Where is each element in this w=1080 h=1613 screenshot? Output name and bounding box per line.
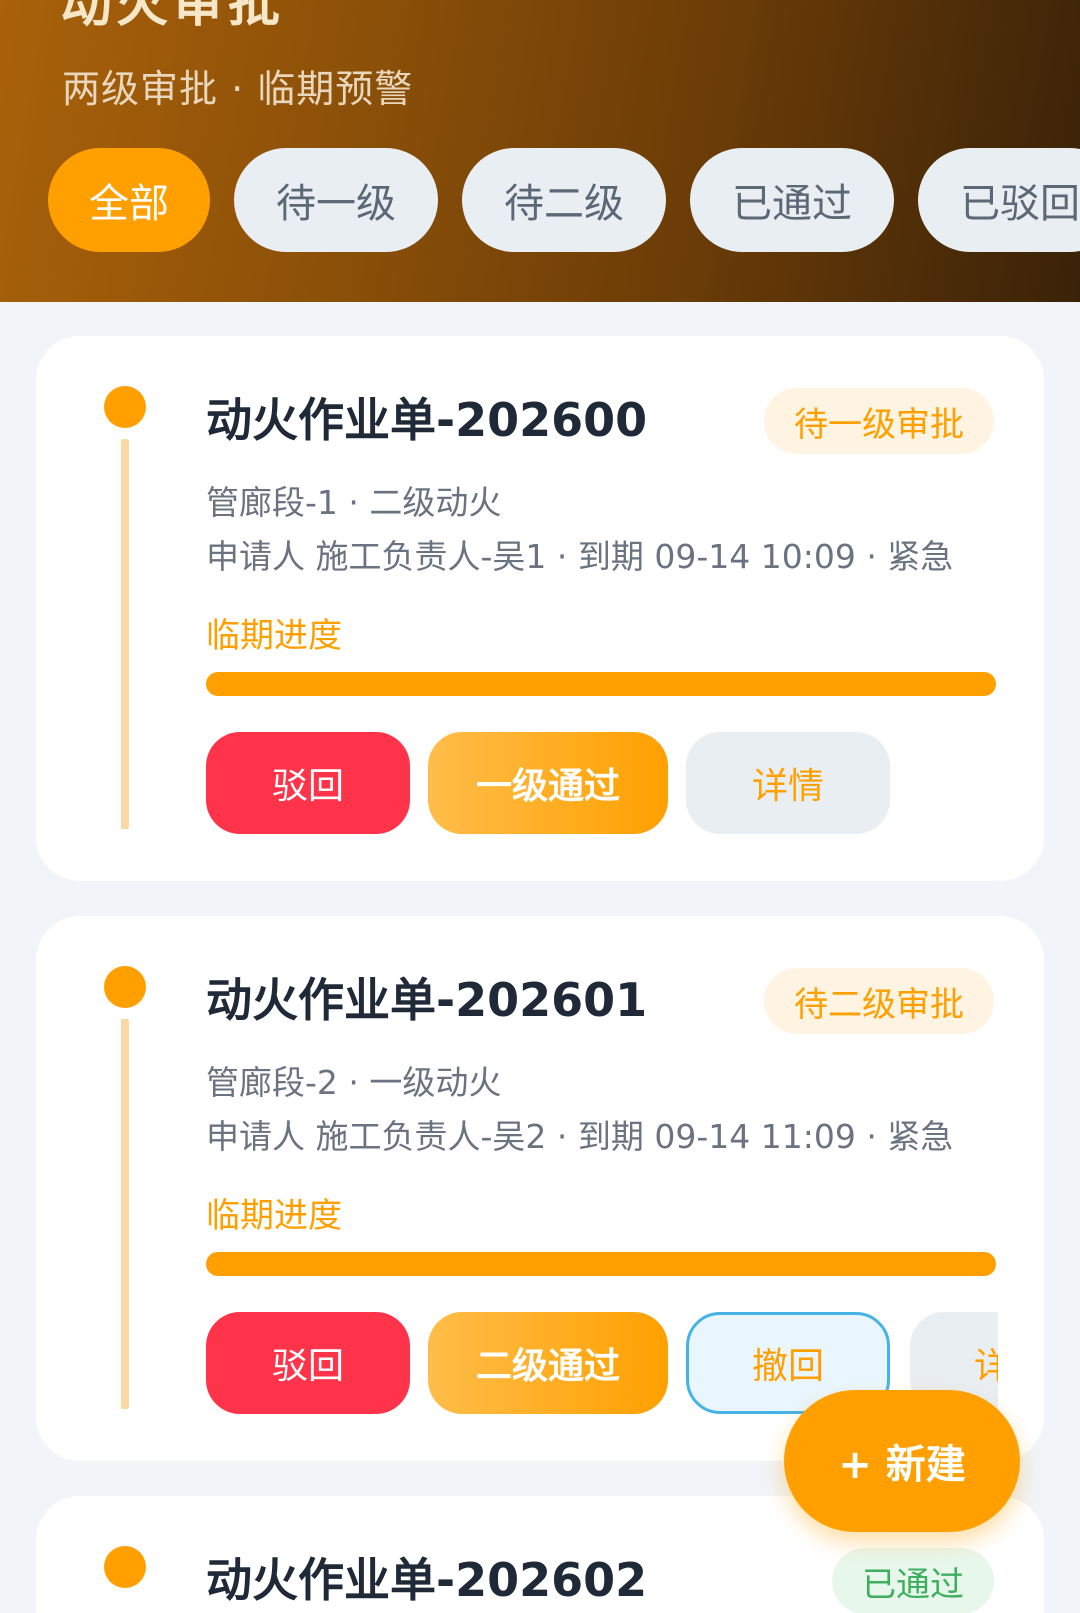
card-title: 动火作业单-202602 bbox=[206, 1553, 648, 1607]
progress-label: 临期进度 bbox=[206, 1196, 342, 1236]
page-subtitle: 两级审批 · 临期预警 bbox=[62, 67, 414, 111]
status-badge: 已通过 bbox=[832, 1548, 994, 1613]
card-actions: 驳回 一级通过 详情 bbox=[206, 732, 998, 834]
reject-button[interactable]: 驳回 bbox=[206, 732, 410, 834]
filter-tabs: 全部 待一级 待二级 已通过 已驳回 bbox=[48, 148, 1080, 252]
approve-level1-button[interactable]: 一级通过 bbox=[428, 732, 668, 834]
filter-tab-rejected[interactable]: 已驳回 bbox=[918, 148, 1080, 252]
status-badge: 待一级审批 bbox=[764, 388, 994, 454]
timeline-rail bbox=[121, 439, 129, 829]
filter-tab-pending-level2[interactable]: 待二级 bbox=[462, 148, 666, 252]
page-title: 动火审批 bbox=[60, 0, 285, 34]
card-details: 申请人 施工负责人-吴2 · 到期 09-14 11:09 · 紧急 bbox=[206, 1117, 954, 1156]
reject-button[interactable]: 驳回 bbox=[206, 1312, 410, 1414]
detail-button[interactable]: 详情 bbox=[686, 732, 890, 834]
progress-bar bbox=[206, 1252, 996, 1276]
card-title: 动火作业单-202600 bbox=[206, 393, 648, 447]
card-title: 动火作业单-202601 bbox=[206, 973, 648, 1027]
filter-tab-pending-level1[interactable]: 待一级 bbox=[234, 148, 438, 252]
header: 动火审批 两级审批 · 临期预警 全部 待一级 待二级 已通过 已驳回 bbox=[0, 0, 1080, 302]
progress-bar bbox=[206, 672, 996, 696]
filter-tab-all[interactable]: 全部 bbox=[48, 148, 210, 252]
progress-label: 临期进度 bbox=[206, 616, 342, 656]
timeline-rail bbox=[121, 1019, 129, 1409]
approve-level2-button[interactable]: 二级通过 bbox=[428, 1312, 668, 1414]
progress-fill bbox=[206, 672, 996, 696]
new-permit-button[interactable]: + 新建 bbox=[784, 1390, 1020, 1532]
timeline-dot bbox=[104, 386, 146, 428]
timeline-dot bbox=[104, 1546, 146, 1588]
permit-card[interactable]: 动火作业单-202601 待二级审批 管廊段-2 · 一级动火 申请人 施工负责… bbox=[36, 916, 1044, 1461]
status-badge: 待二级审批 bbox=[764, 968, 994, 1034]
progress-fill bbox=[206, 1252, 996, 1276]
timeline-dot bbox=[104, 966, 146, 1008]
filter-tab-approved[interactable]: 已通过 bbox=[690, 148, 894, 252]
card-location: 管廊段-1 · 二级动火 bbox=[206, 483, 502, 522]
permit-card[interactable]: 动火作业单-202600 待一级审批 管廊段-1 · 二级动火 申请人 施工负责… bbox=[36, 336, 1044, 881]
card-location: 管廊段-2 · 一级动火 bbox=[206, 1063, 502, 1102]
card-details: 申请人 施工负责人-吴1 · 到期 09-14 10:09 · 紧急 bbox=[206, 537, 954, 576]
